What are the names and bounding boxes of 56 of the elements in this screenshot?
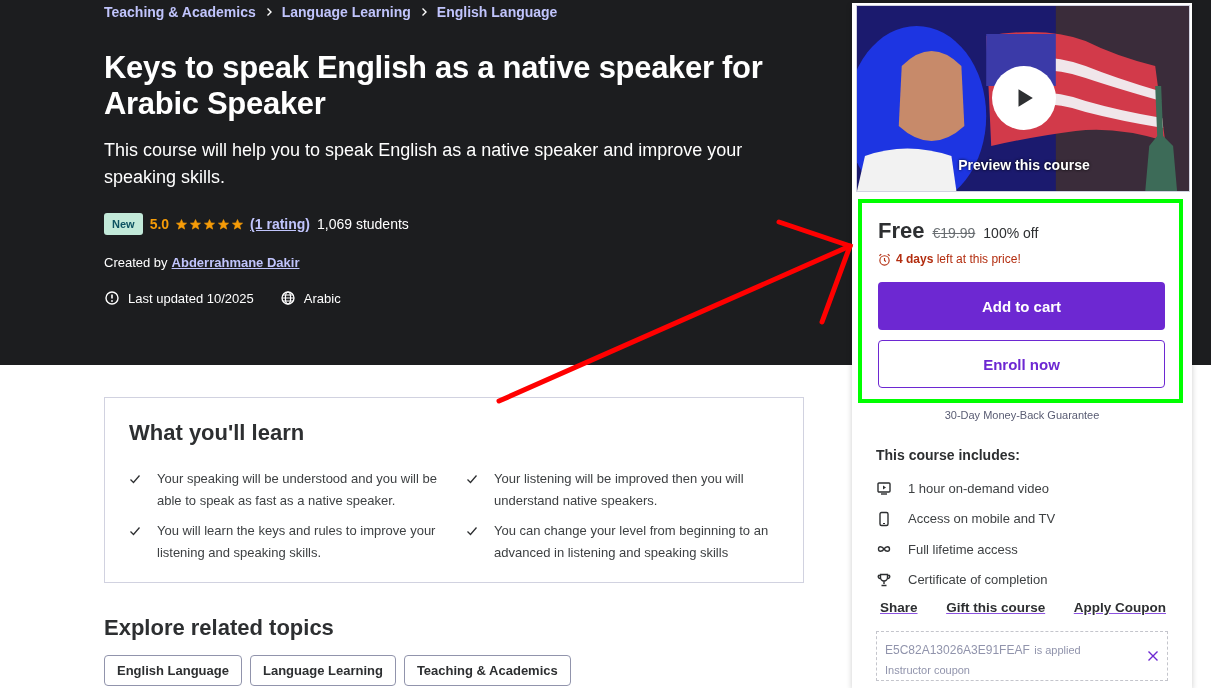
guarantee-text: 30-Day Money-Back Guarantee: [943, 409, 1101, 421]
discount-label: 100% off: [983, 225, 1039, 241]
original-price: €19.99: [932, 225, 976, 241]
star-icon: [204, 218, 216, 230]
learn-item: You can change your level from beginning to an advanced in listening and speaking skills: [494, 522, 770, 562]
meta-text: Last updated 10/2025: [128, 290, 254, 306]
check-icon: [129, 473, 141, 485]
star-icon: [190, 218, 202, 230]
course-subtitle: This course will help you to speak English as a native speaker and improve your speaking skills.: [104, 139, 744, 189]
instructor-link[interactable]: Abderrahmane Dakir: [171, 255, 300, 270]
created-by-label: Created by: [104, 255, 168, 270]
breadcrumb-link[interactable]: Language Learning: [281, 4, 411, 20]
breadcrumb-link[interactable]: Teaching & Academics: [104, 4, 256, 20]
video-icon: [876, 480, 892, 497]
action-link[interactable]: Share: [880, 600, 918, 615]
star-icon: [218, 218, 230, 230]
phone-icon: [876, 510, 892, 527]
topic-button[interactable]: English Language: [104, 655, 242, 686]
action-link[interactable]: Gift this course: [946, 600, 1046, 615]
include-item: Access on mobile and TV: [908, 511, 1056, 527]
preview-label[interactable]: Preview this course: [952, 157, 1096, 173]
globe-icon: [279, 290, 296, 306]
include-item: Full lifetime access: [908, 541, 1018, 557]
rating-count-link[interactable]: (1 rating): [250, 216, 310, 232]
topic-button[interactable]: Teaching & Academics: [403, 655, 571, 686]
check-icon: [466, 525, 478, 537]
enroll-button[interactable]: Enroll now: [878, 340, 1165, 388]
check-icon: [129, 525, 141, 537]
section-heading: What you'll learn: [129, 420, 306, 446]
new-badge: New: [104, 213, 143, 235]
action-link[interactable]: Apply Coupon: [1073, 600, 1166, 615]
current-price: Free: [878, 218, 925, 244]
coupon-status: E5C82A13026A3E91FEAF is applied: [885, 642, 1081, 658]
student-count: 1,069 students: [317, 216, 409, 232]
star-icon: [176, 218, 188, 230]
course-title: Keys to speak English as a native speaker for Arabic Speaker: [104, 49, 764, 122]
coupon-note: Instructor coupon: [885, 664, 971, 676]
includes-heading: This course includes:: [876, 447, 1021, 463]
breadcrumb-link[interactable]: English Language: [436, 4, 558, 20]
star-icon: [232, 218, 244, 230]
learn-item: You will learn the keys and rules to improve your listening and speaking skills.: [157, 522, 437, 562]
topic-button[interactable]: Language Learning: [249, 655, 396, 686]
deadline-text: 4 days left at this price!: [896, 252, 1021, 266]
learn-item: Your speaking will be understood and you will be able to speak as fast as a native speaker.: [157, 470, 438, 510]
close-icon[interactable]: [1147, 650, 1159, 662]
include-item: 1 hour on-demand video: [908, 480, 1049, 496]
meta-text: Arabic: [303, 290, 341, 306]
alarm-clock-icon: [878, 252, 891, 266]
rating-score: 5.0: [149, 216, 170, 232]
include-item: Certificate of completion: [908, 572, 1048, 588]
add-to-cart-button[interactable]: Add to cart: [878, 282, 1165, 330]
trophy-icon: [876, 571, 892, 588]
alert-icon: [104, 290, 120, 306]
check-icon: [466, 473, 478, 485]
section-heading: Explore related topics: [104, 615, 335, 641]
learn-item: Your listening will be improved then you will understand native speakers.: [494, 470, 745, 510]
